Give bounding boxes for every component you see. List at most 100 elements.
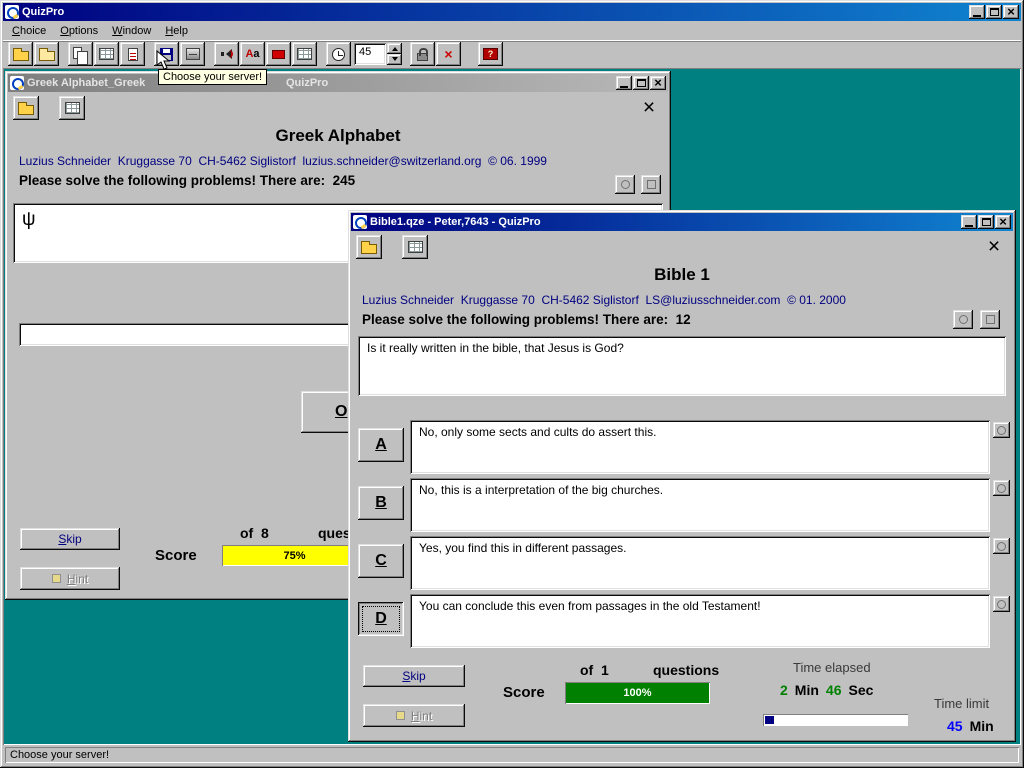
timer-button[interactable] <box>326 42 351 66</box>
answer-b-sound-button[interactable] <box>993 480 1010 496</box>
sound-button[interactable] <box>214 42 239 66</box>
answer-d-button[interactable]: D <box>358 602 404 636</box>
seconds-unit: Sec <box>848 682 873 698</box>
answer-c-sound-button[interactable] <box>993 538 1010 554</box>
toolbar-separator <box>206 42 214 66</box>
close-button[interactable]: × <box>650 76 666 90</box>
close-quiz-button[interactable]: × <box>636 95 662 119</box>
export-button[interactable] <box>180 42 205 66</box>
highlight-button[interactable] <box>266 42 291 66</box>
maximize-button[interactable] <box>986 5 1002 19</box>
statusbar: Choose your server! <box>3 745 1021 765</box>
exercise-document-icon <box>128 48 138 61</box>
answer-b-button[interactable]: B <box>358 486 404 520</box>
toolbar-separator <box>146 42 154 66</box>
grid-icon <box>297 48 312 60</box>
score-label: Score <box>503 684 545 701</box>
help-button[interactable]: ? <box>478 42 503 66</box>
quiz-author-line: Luzius Schneider Kruggasse 70 CH-5462 Si… <box>362 293 846 307</box>
open-folder-icon <box>361 244 377 254</box>
hint-button[interactable]: Hint <box>20 567 120 590</box>
bible-quiz-window: Bible1.qze - Peter,7643 - QuizPro × × Bi… <box>348 210 1016 742</box>
new-folder-icon <box>39 51 55 61</box>
square-button[interactable] <box>980 310 1000 329</box>
quizpro-icon <box>353 215 367 229</box>
answer-d-text: You can conclude this even from passages… <box>410 594 990 648</box>
spinner-up-button[interactable] <box>387 43 402 54</box>
menu-help[interactable]: Help <box>158 22 195 40</box>
spinner-down-button[interactable] <box>387 54 402 65</box>
abort-button[interactable]: × <box>436 42 461 66</box>
elapsed-minutes: 2 <box>780 682 788 698</box>
answer-c-button[interactable]: C <box>358 544 404 578</box>
tooltip: Choose your server! <box>158 69 267 85</box>
quiz-prompt: Please solve the following problems! The… <box>362 312 691 327</box>
square-button[interactable] <box>641 175 661 194</box>
answer-a-sound-button[interactable] <box>993 422 1010 438</box>
score-progressbar: 75% <box>222 545 367 566</box>
toolbar-separator <box>462 42 470 66</box>
time-limit-spinner-value[interactable]: 45 <box>354 43 386 65</box>
mouse-cursor <box>156 50 174 70</box>
menu-options[interactable]: Options <box>53 22 105 40</box>
hint-icon <box>396 711 405 720</box>
circle-button[interactable] <box>615 175 635 194</box>
mdi-workspace: Greek Alphabet_Greek QuizPro × × Greek A… <box>3 68 1021 745</box>
question-table-button[interactable] <box>402 235 428 259</box>
statistics-button[interactable] <box>292 42 317 66</box>
minimize-icon <box>620 86 628 88</box>
time-limit-spinner[interactable]: 45 <box>354 43 402 65</box>
circle-icon <box>997 600 1006 609</box>
menu-window[interactable]: Window <box>105 22 158 40</box>
open-quiz-button[interactable] <box>356 235 382 259</box>
font-icon: Aa <box>245 49 259 60</box>
open-quiz-button[interactable] <box>13 96 39 120</box>
close-quiz-button[interactable]: × <box>981 234 1007 258</box>
circle-icon <box>997 542 1006 551</box>
limit-unit: Min <box>970 718 994 734</box>
score-percent: 100% <box>565 682 710 704</box>
minimize-button[interactable] <box>961 215 977 229</box>
score-label: Score <box>155 547 197 564</box>
speaker-icon <box>221 49 232 59</box>
greek-titlebar[interactable]: Greek Alphabet_Greek QuizPro × <box>8 74 668 92</box>
edit-exercise-button[interactable] <box>120 42 145 66</box>
time-limit-value: 45 Min <box>947 718 994 734</box>
font-button[interactable]: Aa <box>240 42 265 66</box>
question-table-button[interactable] <box>59 96 85 120</box>
bible-titlebar[interactable]: Bible1.qze - Peter,7643 - QuizPro × <box>351 213 1013 231</box>
quizpro-icon <box>10 76 24 90</box>
maximize-button[interactable] <box>633 76 649 90</box>
answer-d-sound-button[interactable] <box>993 596 1010 612</box>
skip-button[interactable]: Skip <box>20 528 120 550</box>
new-file-button[interactable] <box>34 42 59 66</box>
minimize-button[interactable] <box>969 5 985 19</box>
open-folder-icon <box>18 105 34 115</box>
open-file-button[interactable] <box>8 42 33 66</box>
lock-button[interactable] <box>410 42 435 66</box>
table-view-button[interactable] <box>94 42 119 66</box>
minimize-button[interactable] <box>616 76 632 90</box>
score-percent: 75% <box>222 545 367 566</box>
maximize-button[interactable] <box>978 215 994 229</box>
circle-icon <box>959 315 968 324</box>
circle-button[interactable] <box>953 310 973 329</box>
skip-button-label: Skip <box>58 532 81 546</box>
open-folder-icon <box>13 51 29 61</box>
close-button[interactable]: × <box>1003 5 1019 19</box>
abort-x-icon: × <box>444 47 452 61</box>
answer-a-button[interactable]: A <box>358 428 404 462</box>
close-x-icon: × <box>988 236 1000 257</box>
main-titlebar[interactable]: QuizPro × <box>3 3 1021 21</box>
copy-icon <box>73 47 82 59</box>
hint-button[interactable]: Hint <box>363 704 465 727</box>
close-button[interactable]: × <box>995 215 1011 229</box>
skip-button[interactable]: Skip <box>363 665 465 687</box>
maximize-icon <box>990 8 999 16</box>
toolbar-separator <box>402 42 410 66</box>
copy-button[interactable] <box>68 42 93 66</box>
maximize-icon <box>637 79 646 87</box>
square-icon <box>647 180 656 189</box>
menu-choice[interactable]: Choice <box>5 22 53 40</box>
square-icon <box>986 315 995 324</box>
